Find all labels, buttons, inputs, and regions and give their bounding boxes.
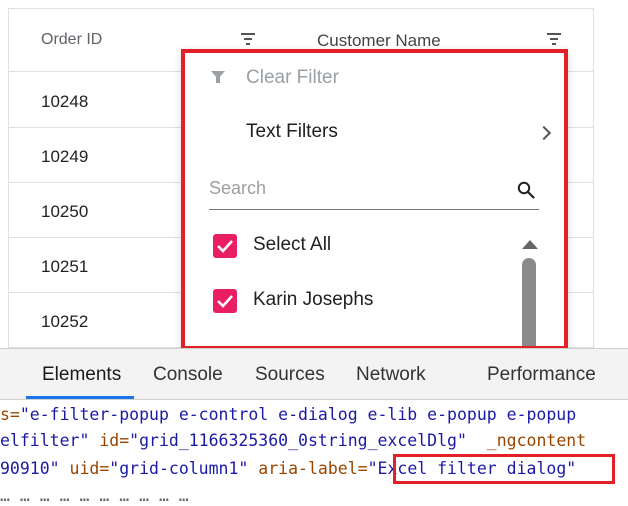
column-header-order-id[interactable]: Order ID [41,31,102,49]
checkmark-icon [217,295,233,308]
search-icon[interactable] [517,181,535,199]
chevron-right-icon [536,125,552,141]
text-filters-label: Text Filters [246,121,338,142]
tab-sources[interactable]: Sources [255,364,325,386]
tab-network[interactable]: Network [356,364,426,386]
checkbox-label: Karin Josephs [253,289,374,310]
devtools-tab-bar: Elements Console Sources Network Perform… [0,349,628,400]
search-input[interactable] [209,175,505,201]
html-source-line[interactable]: … … … … … … … … … … [0,486,189,506]
aria-label-highlight [393,454,615,484]
order-id-cell: 10250 [41,202,89,221]
tab-performance[interactable]: Performance [487,364,596,386]
html-source-line[interactable]: elfilter" id="grid_1166325360_0string_ex… [0,431,586,451]
column-header-customer-name[interactable]: Customer Name [317,31,441,51]
order-id-cell: 10252 [41,312,89,331]
excel-filter-dialog: Clear Filter Text Filters Select All Kar… [181,49,568,350]
checkbox-list: Select All Karin Josephs [185,225,564,346]
karin-josephs-checkbox-row[interactable]: Karin Josephs [185,280,515,320]
checkbox-checked[interactable] [213,289,237,313]
filter-icon[interactable] [241,33,255,45]
order-id-cell: 10251 [41,257,89,276]
active-tab-indicator [26,396,134,399]
clear-filter-menu-item[interactable]: Clear Filter [185,53,564,103]
text-filters-menu-item[interactable]: Text Filters [185,111,564,153]
search-box [209,169,539,210]
checkbox-checked[interactable] [213,234,237,258]
checkmark-icon [217,240,233,253]
order-id-cell: 10249 [41,147,89,166]
scroll-up-arrow-icon[interactable] [522,240,538,249]
scrollbar-thumb[interactable] [522,258,536,346]
tab-console[interactable]: Console [153,364,223,386]
clear-filter-label: Clear Filter [246,67,339,88]
checkbox-label: Select All [253,234,332,255]
order-id-cell: 10248 [41,92,89,111]
tab-elements[interactable]: Elements [42,364,121,386]
filter-icon[interactable] [547,33,561,45]
html-source-line[interactable]: s="e-filter-popup e-control e-dialog e-l… [0,405,576,425]
select-all-checkbox-row[interactable]: Select All [185,225,515,265]
